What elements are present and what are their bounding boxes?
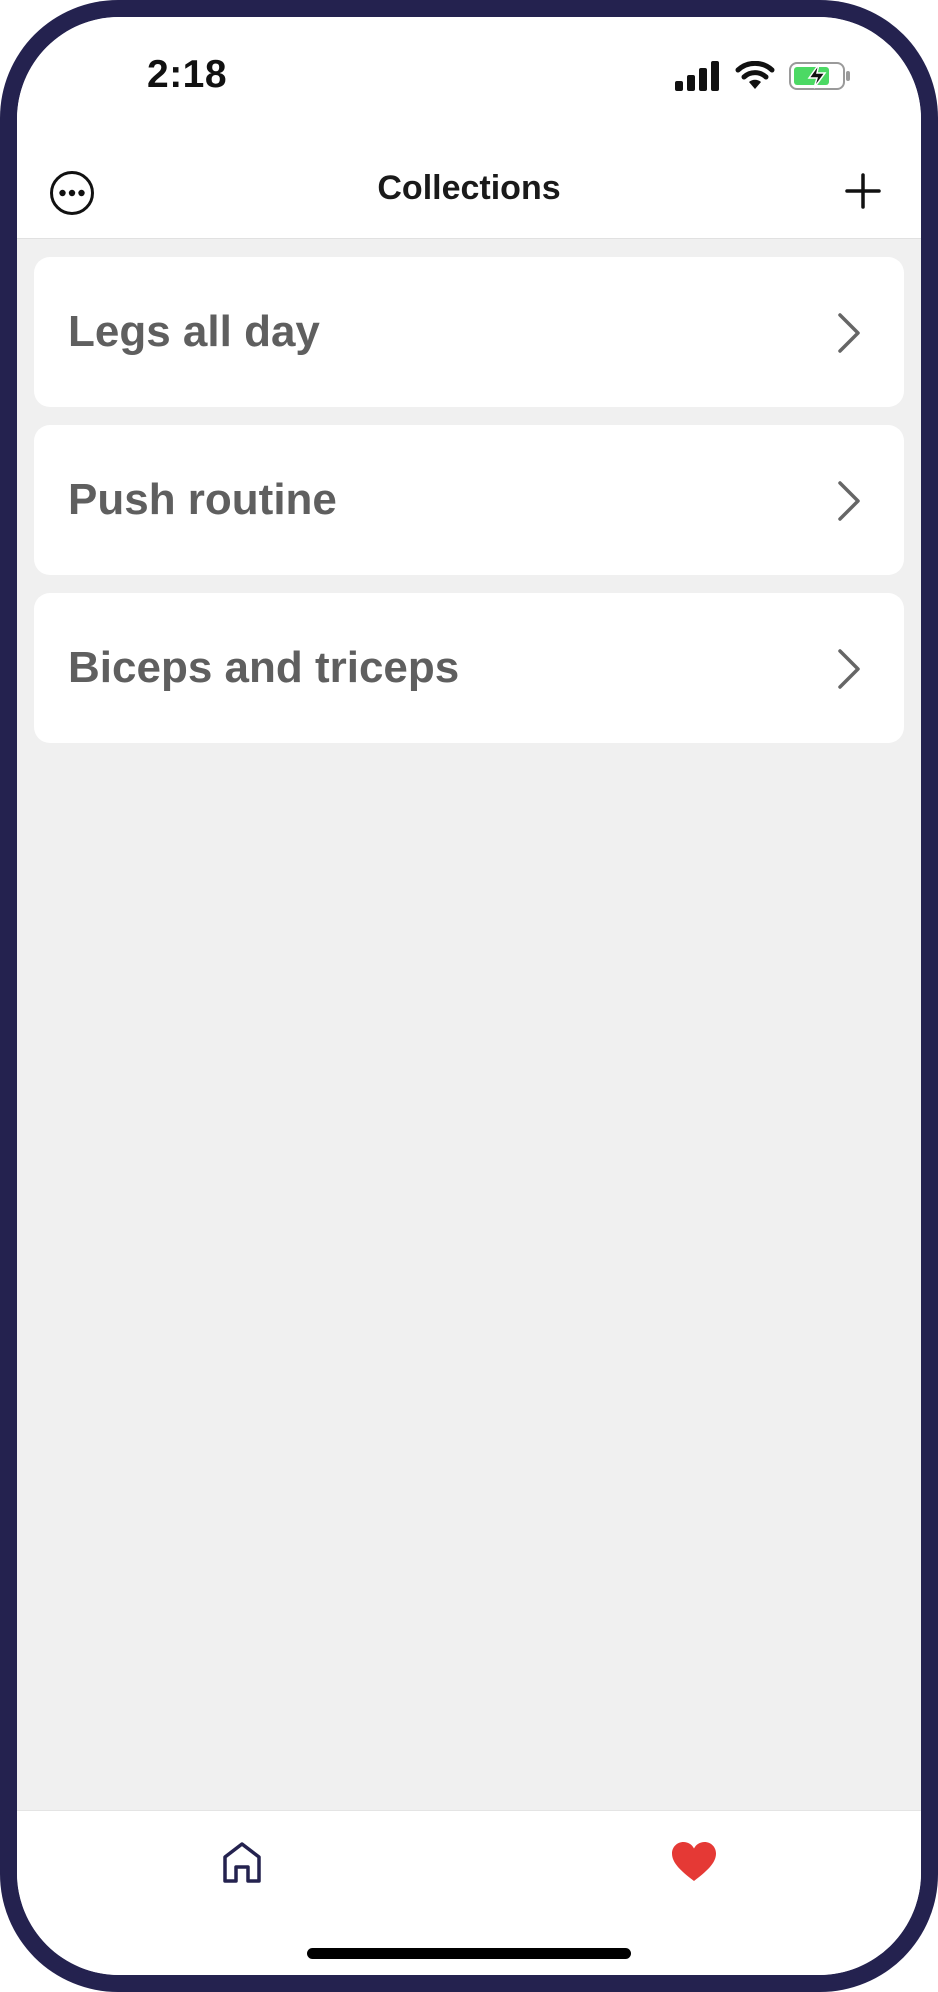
plus-icon[interactable] [843,171,883,211]
page-title: Collections [377,169,561,207]
collection-item-push-routine[interactable]: Push routine [34,425,904,575]
app-screen: 2:18 Collections Legs all day Push routi… [17,17,921,1975]
heart-icon[interactable] [671,1841,717,1883]
battery-charging-icon [789,62,850,90]
wifi-icon [735,61,775,89]
collection-label: Biceps and triceps [68,643,460,692]
status-icons [675,61,851,91]
chevron-right-icon [838,481,860,521]
status-time: 2:18 [147,53,228,96]
collections-list: Legs all day Push routine Biceps and tri… [34,257,904,761]
signal-icon [675,61,719,91]
collection-item-legs-all-day[interactable]: Legs all day [34,257,904,407]
status-bar: 2:18 [17,17,921,135]
collection-label: Push routine [68,475,337,524]
device-frame: 2:18 Collections Legs all day Push routi… [0,0,938,1992]
chevron-right-icon [838,313,860,353]
collection-item-biceps-and-triceps[interactable]: Biceps and triceps [34,593,904,743]
home-indicator[interactable] [307,1948,631,1959]
navigation-bar: Collections [17,135,921,239]
chevron-right-icon [838,649,860,689]
home-icon[interactable] [221,1841,263,1883]
collection-label: Legs all day [68,307,320,356]
